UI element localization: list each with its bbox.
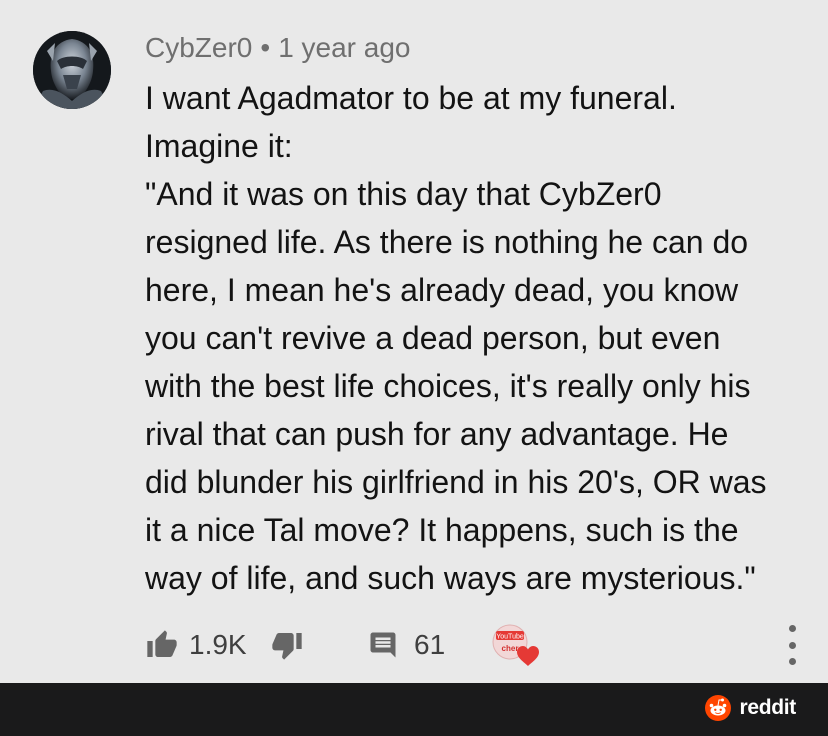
more-vert-icon [788, 641, 796, 649]
creator-heart: YouTube cher [490, 620, 540, 670]
avatar[interactable] [33, 31, 111, 109]
reply-button[interactable]: 61 [368, 620, 445, 670]
more-options-button[interactable] [780, 625, 804, 665]
comment-actions: 1.9K 61 YouTube cher [0, 620, 828, 670]
dislike-button[interactable] [270, 620, 304, 670]
comment-icon [370, 632, 396, 658]
badge-text-top: YouTube [496, 634, 524, 641]
comment-timestamp[interactable]: 1 year ago [278, 32, 410, 63]
reply-count: 61 [414, 629, 446, 660]
creator-heart-icon: YouTube cher [492, 624, 539, 666]
reddit-watermark: reddit [705, 695, 796, 721]
more-vert-icon [788, 625, 796, 632]
reddit-watermark-bar: reddit [0, 683, 828, 736]
badge-text-bottom: cher [502, 644, 519, 653]
reddit-logo-icon [705, 695, 732, 721]
reddit-wordmark: reddit [739, 696, 796, 719]
thumbs-down-icon [272, 633, 302, 660]
comment-meta: CybZer0 • 1 year ago [145, 28, 411, 68]
author-name[interactable]: CybZer0 [145, 32, 252, 63]
thumbs-up-icon [147, 630, 177, 657]
like-count: 1.9K [189, 629, 247, 660]
like-button[interactable]: 1.9K [145, 620, 247, 670]
more-vert-icon [788, 658, 796, 665]
comment-text: I want Agadmator to be at my funeral. Im… [145, 80, 767, 596]
meta-separator: • [260, 32, 271, 63]
